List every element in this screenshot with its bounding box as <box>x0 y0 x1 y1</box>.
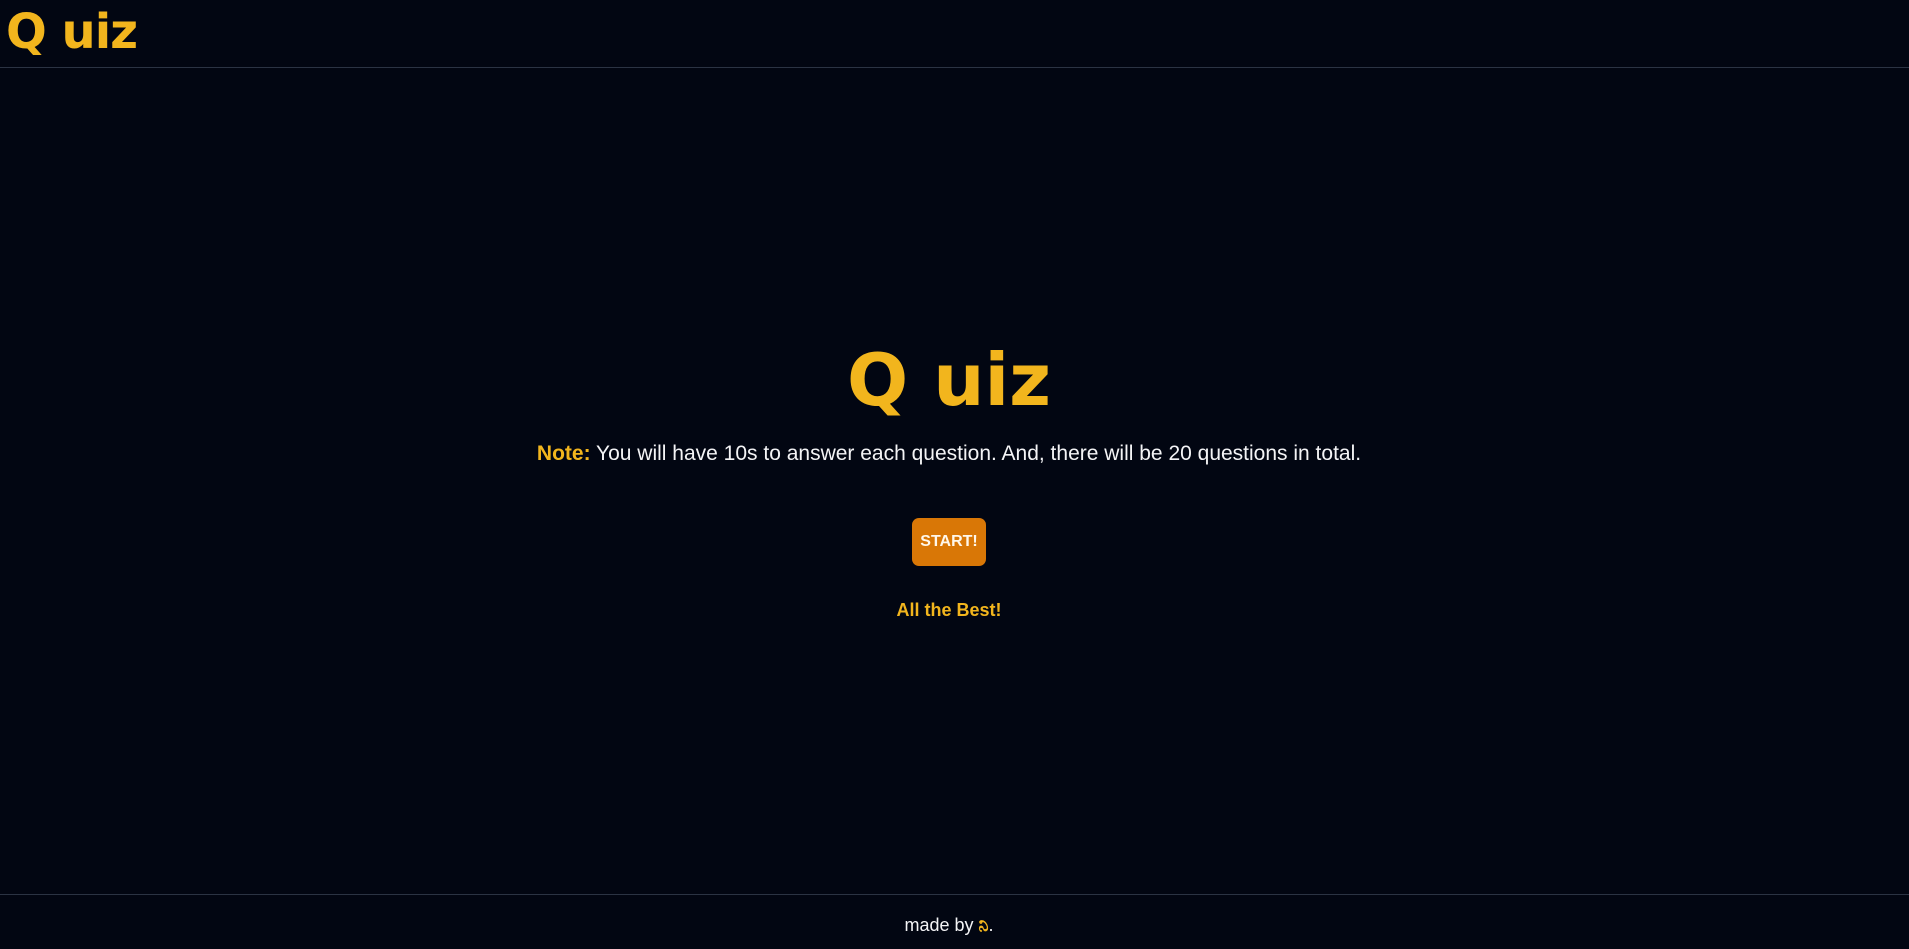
author-mark[interactable]: ನಿ <box>979 915 989 935</box>
good-luck-message: All the Best! <box>896 600 1002 620</box>
author-credit: made by ನಿ. <box>0 913 1898 937</box>
note-label: Note: <box>536 442 591 465</box>
start-button[interactable]: START! <box>912 518 986 566</box>
quiz-title: Q uiz <box>846 338 1052 422</box>
site-logo[interactable]: Q uiz <box>6 2 138 62</box>
quiz-page: Q uiz Q uiz Note: You will have 10s to a… <box>0 0 1909 949</box>
note-text: You will have 10s to answer each questio… <box>590 442 1362 465</box>
site-footer: made by ನಿ. <box>0 894 1909 949</box>
instructions-note: Note: You will have 10s to answer each q… <box>0 440 1898 468</box>
main-content: Q uiz Note: You will have 10s to answer … <box>0 68 1909 894</box>
made-by-label: made by <box>904 915 979 935</box>
credit-suffix: . <box>988 915 994 935</box>
site-header: Q uiz <box>0 0 1909 68</box>
